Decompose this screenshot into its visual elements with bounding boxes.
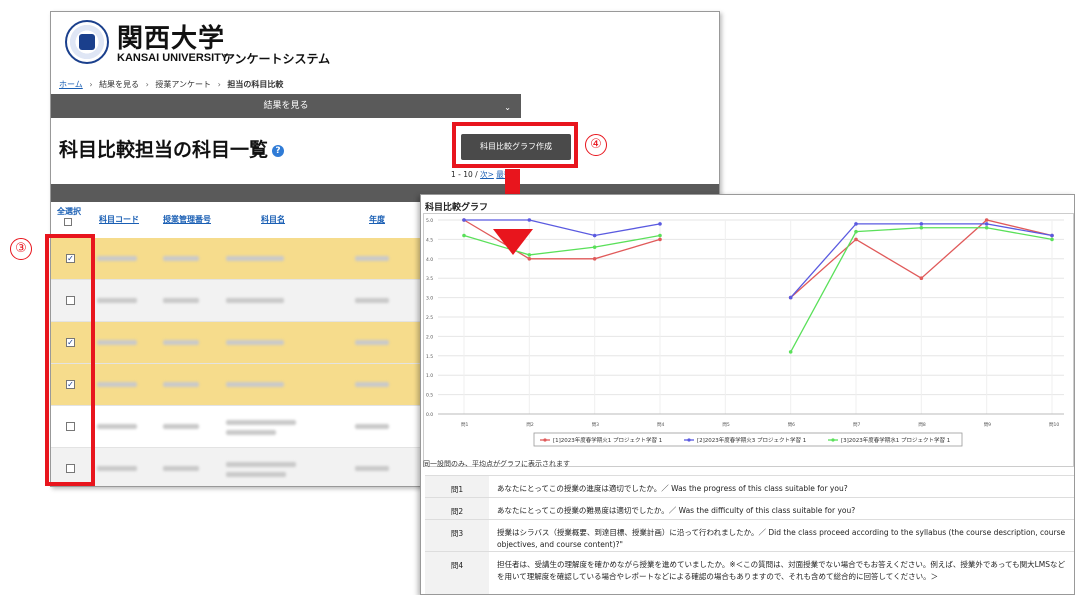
data-point — [919, 276, 924, 280]
breadcrumb-results[interactable]: 結果を見る — [99, 80, 139, 89]
checkbox-highlight-box — [45, 234, 95, 486]
y-tick-label: 1.5 — [426, 354, 433, 360]
question-id: 問2 — [425, 498, 489, 519]
university-seal-logo — [65, 20, 109, 64]
data-point — [919, 222, 924, 226]
x-tick-label: 問7 — [853, 422, 860, 428]
question-text: 授業はシラバス（授業概要、到達目標、授業計画）に沿って行われましたか。／ Did… — [497, 528, 1066, 549]
y-tick-label: 0.0 — [426, 412, 433, 418]
data-point — [984, 225, 989, 230]
question-row: 問1 あなたにとってこの授業の進度は適切でしたか。／ Was the progr… — [425, 475, 1074, 497]
page-title: 科目比較担当の科目一覧? — [59, 135, 285, 162]
data-point — [592, 257, 597, 261]
view-results-menu[interactable]: 結果を見る ⌄ — [51, 94, 521, 118]
data-point — [592, 233, 597, 238]
graph-button-highlight-box — [452, 122, 578, 168]
step-4-marker: ④ — [585, 134, 607, 156]
x-tick-label: 問3 — [592, 422, 599, 428]
data-point — [527, 257, 532, 261]
breadcrumb: ホーム › 結果を見る › 授業アンケート › 担当の科目比較 — [59, 80, 284, 89]
y-tick-label: 1.0 — [426, 373, 433, 379]
x-tick-label: 問10 — [1049, 422, 1059, 428]
university-name-jp: 関西大学 — [117, 24, 226, 54]
column-course-name[interactable]: 科目名 — [261, 214, 285, 225]
data-point — [854, 222, 858, 226]
x-tick-label: 問6 — [788, 422, 795, 428]
graph-note: 同一設問のみ、平均点がグラフに表示されます — [423, 460, 570, 468]
x-tick-label: 問8 — [918, 422, 925, 428]
view-results-label: 結果を見る — [263, 101, 309, 111]
data-point — [984, 218, 989, 222]
data-point — [462, 218, 466, 222]
question-text: あなたにとってこの授業の進度は適切でしたか。／ Was the progress… — [497, 484, 848, 493]
data-point — [854, 237, 858, 242]
help-icon[interactable]: ? — [272, 144, 285, 157]
x-tick-label: 問1 — [461, 422, 468, 428]
page-title-text: 科目比較担当の科目一覧 — [59, 139, 269, 161]
data-point — [1050, 233, 1054, 238]
data-point — [462, 233, 466, 238]
university-name-en: KANSAI UNIVERSITY — [117, 52, 229, 64]
data-point — [1050, 237, 1054, 242]
system-name: アンケートシステム — [223, 52, 331, 66]
breadcrumb-current: 担当の科目比較 — [227, 80, 284, 89]
y-tick-label: 2.0 — [426, 334, 433, 340]
legend-label: [2]2023年度春学期火3 プロジェクト学習 1 — [697, 436, 806, 444]
y-tick-label: 4.5 — [426, 237, 433, 243]
question-text: 担任者は、受講生の理解度を確かめながら授業を進めていましたか。※＜この質問は、対… — [497, 560, 1065, 581]
data-point — [984, 222, 989, 226]
y-tick-label: 0.5 — [426, 393, 433, 399]
question-row: 問2 あなたにとってこの授業の難易度は適切でしたか。／ Was the diff… — [425, 497, 1074, 519]
data-point — [788, 295, 793, 300]
y-tick-label: 3.0 — [426, 296, 433, 302]
legend-marker — [687, 438, 691, 442]
x-tick-label: 問5 — [722, 422, 729, 428]
step-3-marker: ③ — [10, 238, 32, 260]
legend-label: [3]2023年度春学期水1 プロジェクト学習 1 — [841, 436, 950, 444]
y-tick-label: 3.5 — [426, 276, 433, 282]
data-point — [592, 245, 597, 249]
breadcrumb-home-link[interactable]: ホーム — [59, 80, 83, 89]
y-tick-label: 2.5 — [426, 315, 433, 321]
x-tick-label: 問9 — [984, 422, 991, 428]
x-tick-label: 問2 — [526, 422, 533, 428]
graph-title: 科目比較グラフ — [425, 203, 489, 213]
data-point — [658, 222, 662, 226]
x-tick-label: 問4 — [657, 422, 664, 428]
select-all-checkbox[interactable] — [64, 218, 72, 226]
legend-label: [1]2023年度春学期火1 プロジェクト学習 1 — [553, 436, 662, 444]
breadcrumb-class-survey[interactable]: 授業アンケート — [155, 80, 211, 89]
chevron-down-icon: ⌄ — [504, 103, 511, 112]
question-table: 問1 あなたにとってこの授業の進度は適切でしたか。／ Was the progr… — [425, 475, 1074, 594]
site-header: 関西大学 KANSAI UNIVERSITY アンケートシステム — [51, 12, 719, 74]
question-row: 問4 担任者は、受講生の理解度を確かめながら授業を進めていましたか。※＜この質問… — [425, 551, 1074, 594]
data-point — [788, 350, 793, 354]
data-point — [527, 218, 532, 222]
question-id: 問1 — [425, 476, 489, 497]
question-text: あなたにとってこの授業の難易度は適切でしたか。／ Was the difficu… — [497, 506, 856, 515]
data-point — [658, 233, 662, 238]
pager-next-link[interactable]: 次> — [480, 170, 494, 179]
question-id: 問3 — [425, 520, 489, 551]
legend-marker — [831, 438, 835, 442]
y-tick-label: 5.0 — [426, 218, 433, 224]
question-id: 問4 — [425, 552, 489, 594]
data-point — [854, 229, 858, 234]
question-row: 問3 授業はシラバス（授業概要、到達目標、授業計画）に沿って行われましたか。／ … — [425, 519, 1074, 551]
data-point — [919, 225, 924, 230]
y-tick-label: 4.0 — [426, 257, 433, 263]
column-course-code[interactable]: 科目コード — [99, 214, 139, 225]
column-class-id[interactable]: 授業管理番号 — [163, 214, 211, 225]
arrow-head — [493, 229, 533, 255]
column-year[interactable]: 年度 — [369, 214, 385, 225]
pager-range: 1 - 10 / — [451, 170, 478, 179]
data-point — [658, 237, 662, 242]
legend-marker — [543, 438, 547, 442]
select-all-label: 全選択 — [57, 207, 81, 216]
